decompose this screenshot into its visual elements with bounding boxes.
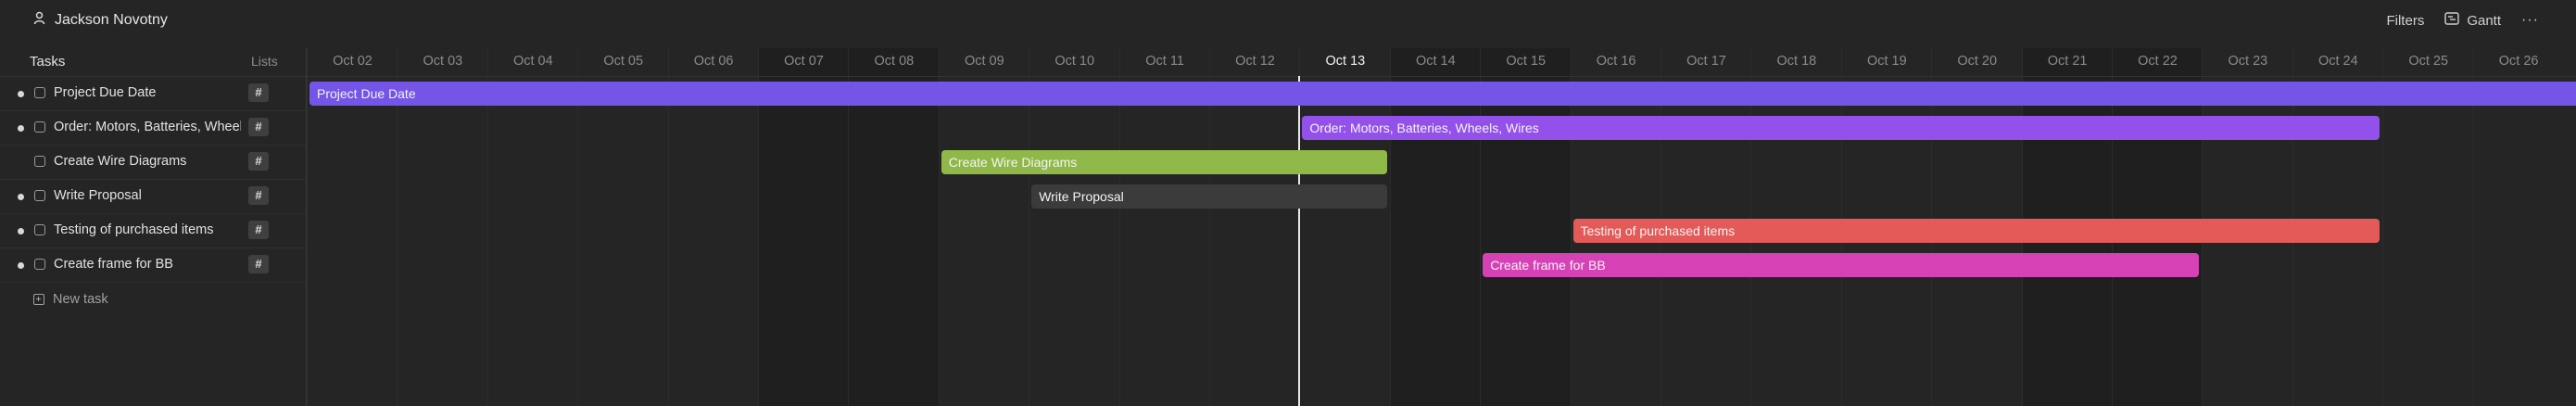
gantt-bar[interactable]: Write Proposal [1031, 184, 1387, 209]
day-label: Oct 26 [2498, 54, 2539, 69]
task-name[interactable]: Project Due Date [54, 85, 241, 100]
gantt-bar[interactable]: Create Wire Diagrams [941, 150, 1387, 174]
day-label: Oct 25 [2408, 54, 2449, 69]
task-row[interactable]: Create frame for BB # [0, 247, 306, 283]
task-indicator-dot [18, 262, 24, 269]
day-label: Oct 18 [1776, 54, 1817, 69]
day-label: Oct 14 [1415, 54, 1456, 69]
task-checkbox[interactable] [34, 121, 45, 133]
task-indicator-dot [18, 91, 24, 97]
task-name[interactable]: Create frame for BB [54, 257, 241, 272]
task-name[interactable]: Create Wire Diagrams [54, 154, 241, 169]
day-label: Oct 10 [1054, 54, 1095, 69]
filters-label: Filters [2386, 12, 2425, 29]
task-checkbox[interactable] [34, 87, 45, 98]
task-row[interactable]: Order: Motors, Batteries, Wheels, Wires # [0, 110, 306, 146]
day-label: Oct 03 [423, 54, 463, 69]
owner-name: Jackson Novotny [55, 12, 168, 28]
day-label: Oct 24 [2317, 54, 2358, 69]
day-label: Oct 07 [784, 54, 824, 69]
gantt-timeline: Oct 26 Oct 25 Oct 24 Oct 23 Oct 22 Oct 21 Oct … [307, 48, 2576, 406]
tasks-column-header: Tasks [30, 54, 66, 70]
task-indicator-dot [18, 194, 24, 200]
today-marker-line [1298, 76, 1301, 406]
day-label-today: Oct 13 [1325, 54, 1366, 69]
task-list-tag[interactable]: # [248, 83, 269, 102]
day-label: Oct 04 [512, 54, 553, 69]
view-label: Gantt [2467, 12, 2502, 29]
task-indicator-dot [18, 228, 24, 235]
day-label: Oct 23 [2228, 54, 2268, 69]
gantt-bar[interactable]: Testing of purchased items [1572, 219, 2380, 243]
task-name[interactable]: Order: Motors, Batteries, Wheels, Wires [54, 120, 241, 134]
top-bar: Jackson Novotny Filters Gantt ··· [0, 0, 2576, 40]
task-checkbox[interactable] [34, 224, 45, 235]
new-task-button[interactable]: New task [33, 290, 108, 309]
day-label: Oct 16 [1596, 54, 1636, 69]
task-row[interactable]: Project Due Date # [0, 76, 306, 111]
task-list-header: Tasks Lists [0, 48, 306, 77]
timeline-header-divider [307, 76, 2576, 77]
task-name[interactable]: Write Proposal [54, 188, 241, 203]
day-label: Oct 19 [1866, 54, 1907, 69]
task-row[interactable]: Testing of purchased items # [0, 213, 306, 248]
day-label: Oct 20 [1957, 54, 1998, 69]
new-task-label: New task [53, 292, 108, 307]
owner[interactable]: Jackson Novotny [33, 10, 168, 31]
more-options-button[interactable]: ··· [2521, 12, 2539, 29]
gantt-bar[interactable]: Order: Motors, Batteries, Wheels, Wires [1302, 116, 2380, 140]
task-checkbox[interactable] [34, 190, 45, 201]
task-list-tag[interactable]: # [248, 221, 269, 239]
day-label: Oct 12 [1235, 54, 1275, 69]
user-icon [33, 11, 45, 30]
day-label: Oct 11 [1145, 54, 1184, 69]
task-name[interactable]: Testing of purchased items [54, 222, 241, 237]
task-list-tag[interactable]: # [248, 152, 269, 171]
day-label: Oct 09 [964, 54, 1004, 69]
view-switcher-button[interactable]: Gantt [2444, 12, 2501, 29]
day-label: Oct 02 [333, 54, 373, 69]
gantt-bar[interactable]: Create frame for BB [1483, 253, 2200, 277]
gantt-bar[interactable]: Project Due Date [309, 82, 2576, 106]
task-checkbox[interactable] [34, 259, 45, 270]
task-list-tag[interactable]: # [248, 118, 269, 136]
plus-square-icon [33, 294, 44, 305]
task-checkbox[interactable] [34, 156, 45, 167]
task-row[interactable]: Create Wire Diagrams # [0, 145, 306, 180]
task-list-tag[interactable]: # [248, 255, 269, 273]
day-label: Oct 21 [2047, 54, 2088, 69]
lists-column-header: Lists [251, 54, 278, 69]
filters-button[interactable]: Filters [2386, 13, 2424, 29]
gantt-icon [2444, 12, 2460, 29]
day-label: Oct 22 [2138, 54, 2178, 69]
task-list-tag[interactable]: # [248, 186, 269, 205]
day-label: Oct 15 [1506, 54, 1547, 69]
day-label: Oct 08 [874, 54, 915, 69]
day-label: Oct 06 [693, 54, 734, 69]
task-indicator-dot [18, 125, 24, 132]
day-label: Oct 17 [1686, 54, 1726, 69]
task-row[interactable]: Write Proposal # [0, 179, 306, 214]
day-label: Oct 05 [603, 54, 644, 69]
